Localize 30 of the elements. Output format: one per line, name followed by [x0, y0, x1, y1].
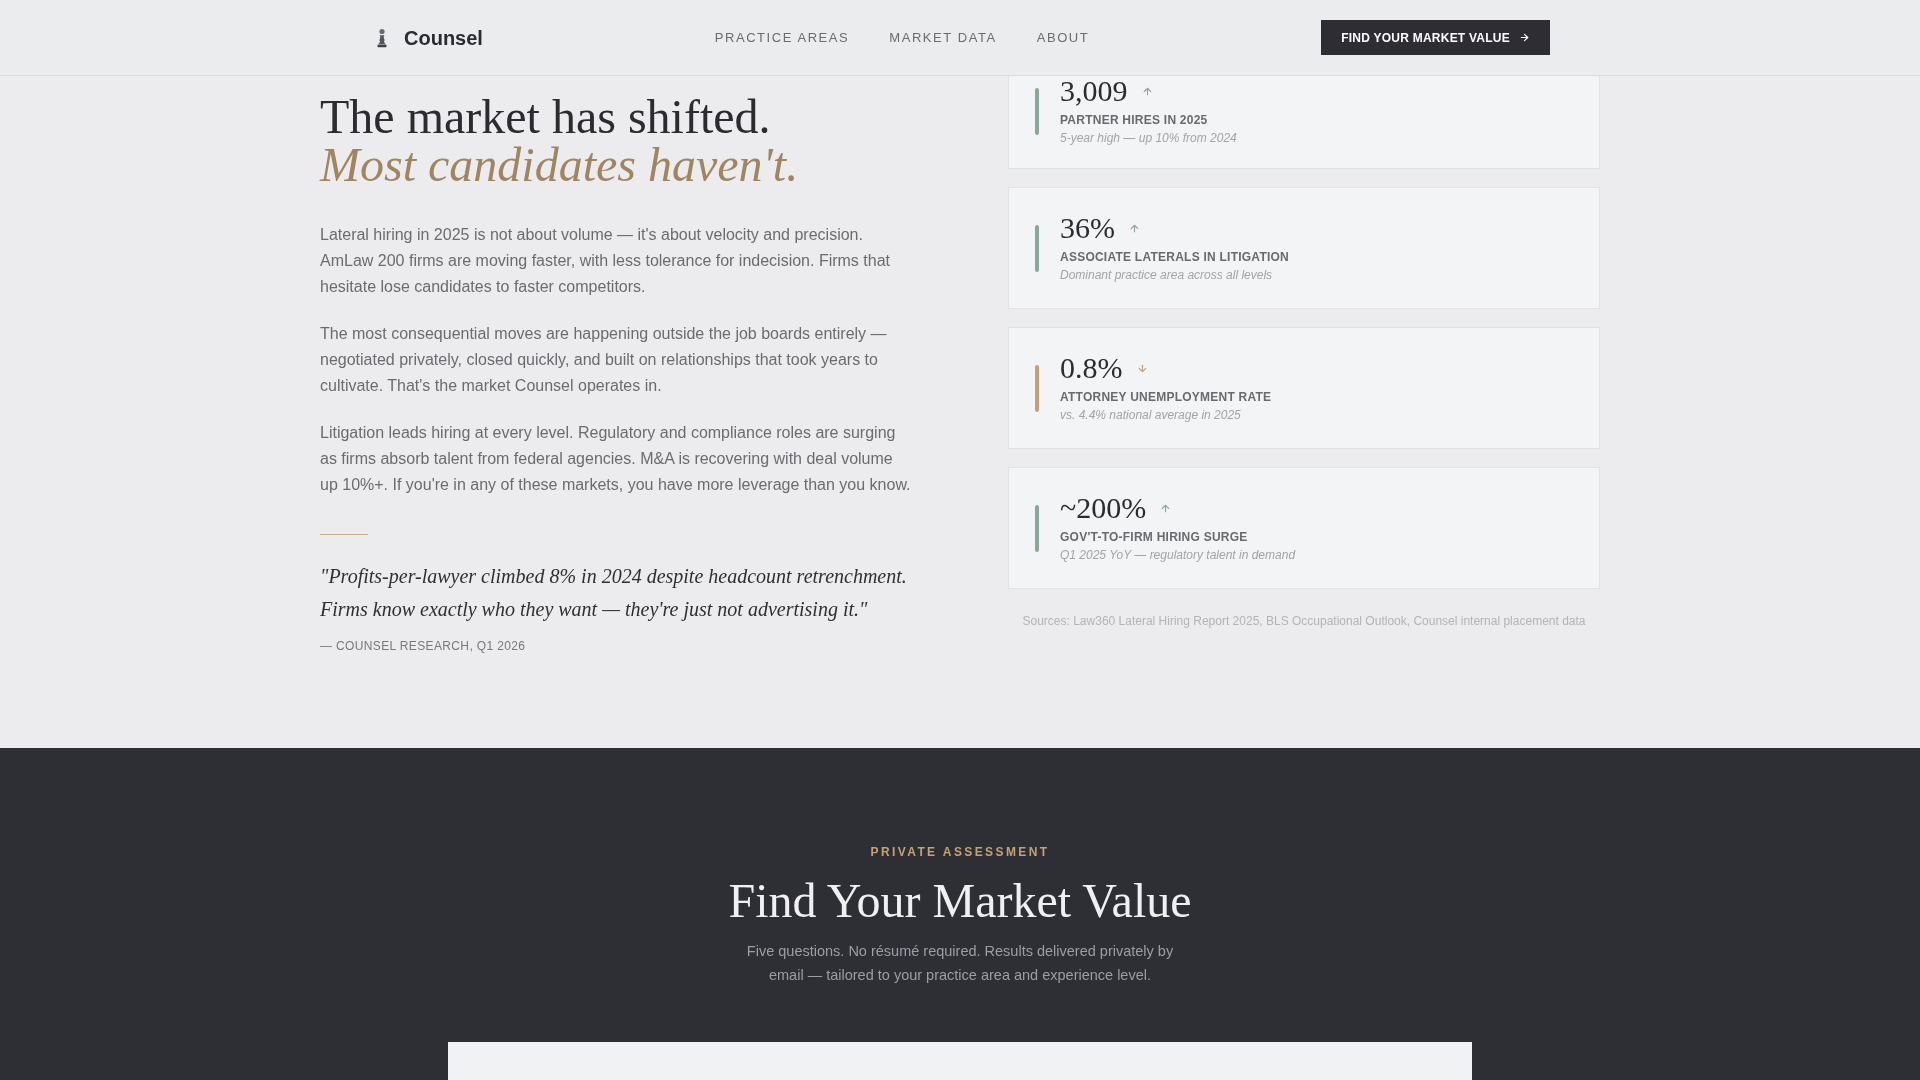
stat-value: 3,009	[1060, 76, 1128, 106]
stat-label: GOV'T-TO-FIRM HIRING SURGE	[1060, 529, 1249, 545]
stat-label: ASSOCIATE LATERALS IN LITIGATION	[1060, 249, 1289, 265]
section-description: Five questions. No résumé required. Results delivered privately by email — tailored to your practice area and experience level.	[745, 942, 1175, 985]
brand-name[interactable]: Counsel	[404, 22, 483, 53]
chess-piece-icon	[376, 27, 388, 48]
body-paragraph: Litigation leads hiring at every level. Regulatory and compliance roles are surging as firms absorb talent from federal agencies. M&A is recovering with deal volume up 10%+. If you're in any of these markets, you have more leverage than you know.	[320, 423, 912, 495]
nav-link[interactable]: MARKET DATA	[889, 27, 997, 48]
headline-accent: Most candidates haven't.	[320, 141, 800, 189]
stat-value: 0.8%	[1060, 353, 1123, 383]
stat-value: 36%	[1060, 213, 1115, 243]
find-market-value-button[interactable]: FIND YOUR MARKET VALUE	[1321, 20, 1550, 55]
body-paragraph: Lateral hiring in 2025 is not about volume — it's about velocity and precision. AmLaw 200 firms are moving faster, with less tolerance for indecision. Firms that hesitate lose candidates to faster competitors.	[320, 225, 891, 297]
stat-note: 5-year high — up 10% from 2024	[1060, 130, 1237, 146]
stat-note: vs. 4.4% national average in 2025	[1060, 407, 1242, 423]
section-title: Find Your Market Value	[728, 874, 1192, 927]
nav-link[interactable]: PRACTICE AREAS	[714, 27, 850, 48]
section-eyebrow: PRIVATE ASSESSMENT	[870, 844, 1050, 860]
stat-note: Dominant practice area across all levels	[1060, 267, 1274, 283]
body-paragraph: The most consequential moves are happening outside the job boards entirely — negotiated privately, closed quickly, and built on relationships that took years to cultivate. That's the market Counsel operates in.	[320, 324, 888, 396]
stat-label: ATTORNEY UNEMPLOYMENT RATE	[1060, 389, 1272, 405]
stat-value: ~200%	[1060, 493, 1147, 523]
arrow-right-icon	[1519, 32, 1530, 43]
stat-note: Q1 2025 YoY — regulatory talent in demand	[1060, 547, 1296, 563]
stat-label: PARTNER HIRES IN 2025	[1060, 112, 1209, 128]
pull-quote: "Profits-per-lawyer climbed 8% in 2024 despite headcount retrenchment. Firms know exactly who they want — they're just not advertising it."	[320, 564, 908, 623]
nav-link[interactable]: ABOUT	[1036, 27, 1090, 48]
quote-attribution: — COUNSEL RESEARCH, Q1 2026	[320, 638, 527, 654]
headline: The market has shifted.	[320, 93, 772, 141]
sources-note: Sources: Law360 Lateral Hiring Report 2025, BLS Occupational Outlook, Counsel internal placement data	[1021, 613, 1587, 629]
